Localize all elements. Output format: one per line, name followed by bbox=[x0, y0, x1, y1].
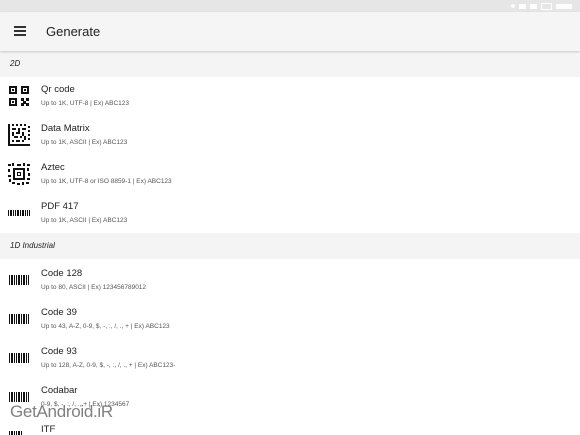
item-title: ITF bbox=[41, 424, 56, 435]
pdf417-icon bbox=[8, 210, 30, 216]
section-label: 1D Industrial bbox=[10, 241, 55, 250]
notification-icon bbox=[511, 4, 515, 8]
item-subtitle: Up to 43, A-Z, 0-9, $, -, :, /, ., + | E… bbox=[41, 323, 170, 330]
item-title: Code 93 bbox=[41, 346, 77, 357]
status-bar bbox=[0, 0, 580, 12]
aztec-icon bbox=[8, 163, 30, 185]
barcode-icon bbox=[9, 314, 29, 324]
page-title: Generate bbox=[46, 24, 101, 39]
list-item-itf[interactable]: ITF bbox=[0, 420, 580, 435]
qr-code-icon bbox=[9, 86, 29, 106]
data-matrix-icon bbox=[8, 124, 30, 146]
list-item-aztec[interactable]: Aztec Up to 1K, UTF-8 or ISO 8859-1 | Ex… bbox=[0, 158, 580, 197]
item-subtitle: Up to 1K, UTF-8 | Ex) ABC123 bbox=[41, 100, 130, 107]
item-subtitle: Up to 128, A-Z, 0-9, $, -, :, /, ., + | … bbox=[41, 362, 176, 369]
status-icons bbox=[511, 2, 572, 10]
watermark: GetAndroid.iR bbox=[10, 402, 113, 421]
app-bar: Generate bbox=[0, 12, 580, 51]
section-header-2d: 2D bbox=[0, 51, 580, 77]
signal-icon bbox=[530, 3, 537, 9]
section-label: 2D bbox=[10, 59, 21, 68]
item-subtitle: Up to 1K, ASCII | Ex) ABC123 bbox=[41, 217, 128, 224]
item-title: Data Matrix bbox=[41, 123, 90, 134]
barcode-icon bbox=[9, 431, 22, 435]
item-title: Codabar bbox=[41, 385, 78, 396]
item-subtitle: Up to 80, ASCII | Ex) 123456789012 bbox=[41, 284, 147, 291]
barcode-icon bbox=[9, 353, 29, 363]
section-header-1d-industrial: 1D Industrial bbox=[0, 233, 580, 259]
item-subtitle: Up to 1K, ASCII | Ex) ABC123 bbox=[41, 139, 128, 146]
item-subtitle: Up to 1K, UTF-8 or ISO 8859-1 | Ex) ABC1… bbox=[41, 178, 172, 185]
list-item-qr-code[interactable]: Qr code Up to 1K, UTF-8 | Ex) ABC123 bbox=[0, 80, 580, 119]
hamburger-menu-icon[interactable] bbox=[14, 26, 26, 36]
wifi-icon bbox=[519, 3, 526, 9]
list-item-code-128[interactable]: Code 128 Up to 80, ASCII | Ex) 123456789… bbox=[0, 264, 580, 303]
item-title: Code 128 bbox=[41, 268, 83, 279]
list-item-code-39[interactable]: Code 39 Up to 43, A-Z, 0-9, $, -, :, /, … bbox=[0, 303, 580, 342]
item-title: Code 39 bbox=[41, 307, 77, 318]
list-item-code-93[interactable]: Code 93 Up to 128, A-Z, 0-9, $, -, :, /,… bbox=[0, 342, 580, 381]
list-item-pdf-417[interactable]: PDF 417 Up to 1K, ASCII | Ex) ABC123 bbox=[0, 197, 580, 236]
battery-icon bbox=[541, 2, 552, 10]
clock-icon bbox=[556, 3, 572, 9]
barcode-icon bbox=[9, 275, 29, 285]
item-title: PDF 417 bbox=[41, 201, 79, 212]
item-title: Aztec bbox=[41, 162, 65, 173]
item-title: Qr code bbox=[41, 84, 75, 95]
list-item-data-matrix[interactable]: Data Matrix Up to 1K, ASCII | Ex) ABC123 bbox=[0, 119, 580, 158]
